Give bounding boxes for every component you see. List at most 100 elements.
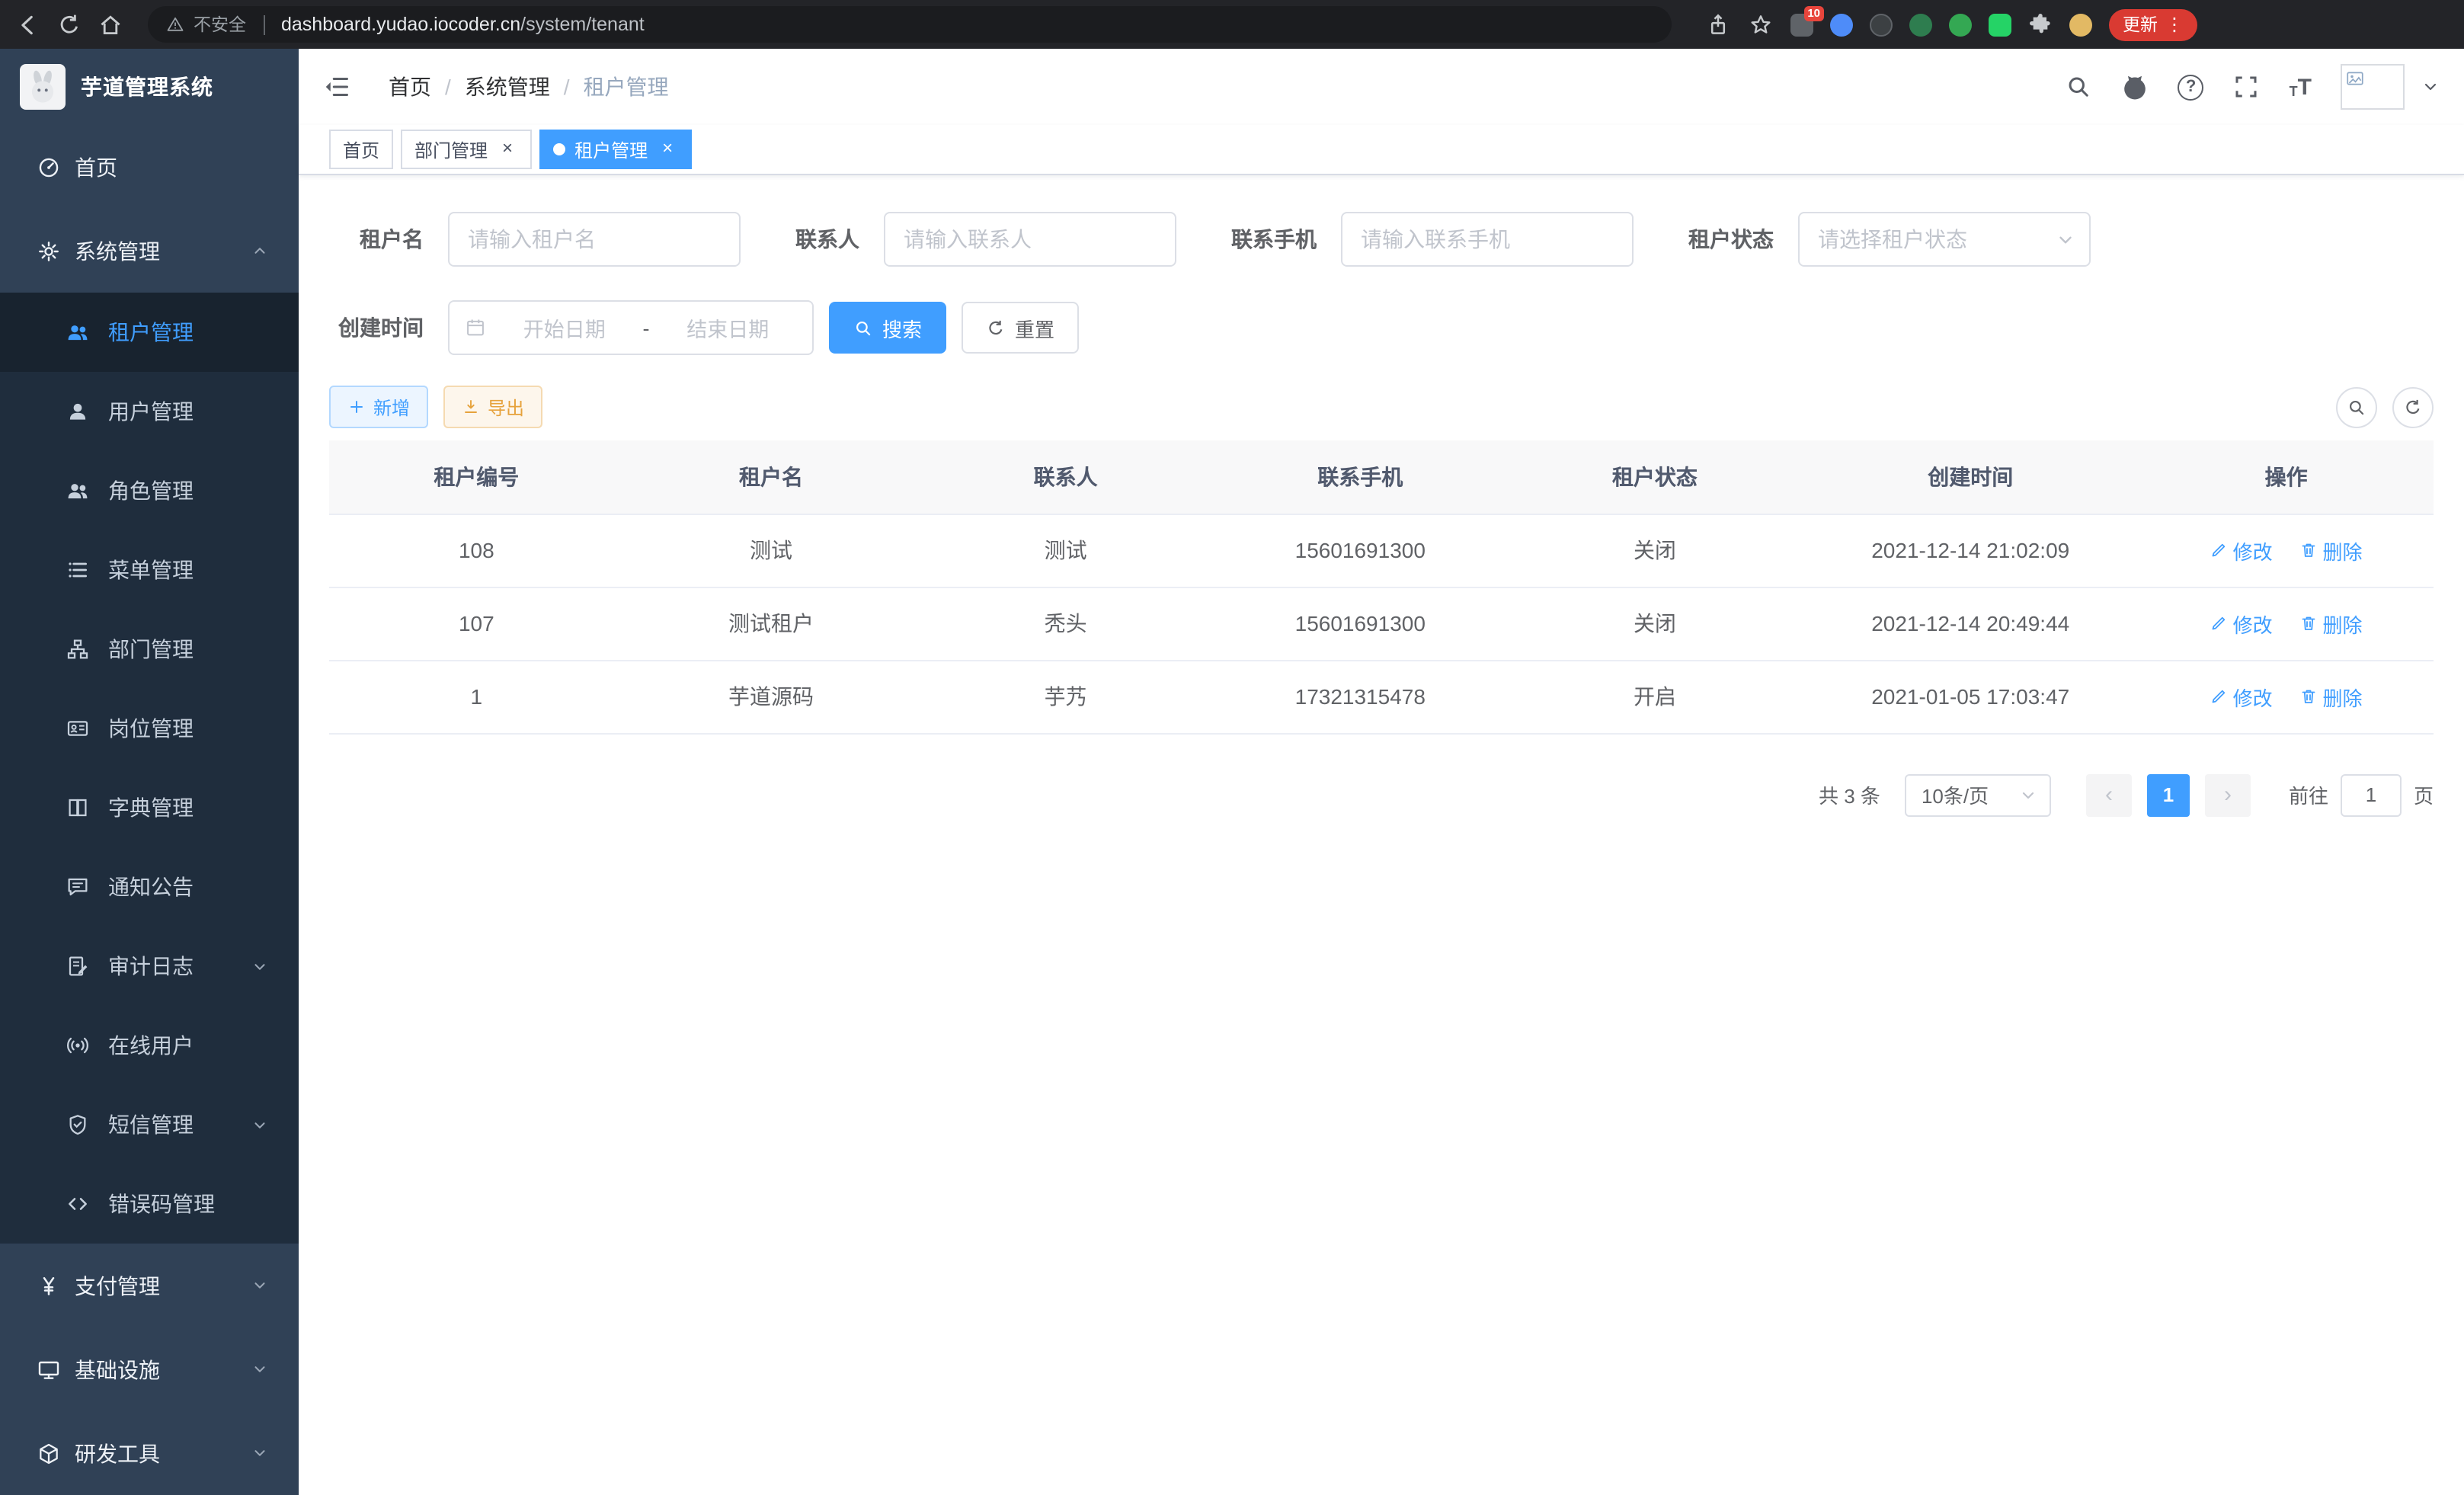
sidebar-item-system[interactable]: 系统管理 bbox=[0, 209, 299, 293]
delete-link[interactable]: 删除 bbox=[2299, 609, 2362, 638]
broken-image-icon bbox=[2345, 69, 2365, 88]
org-tree-icon bbox=[66, 637, 90, 661]
extension-icon[interactable] bbox=[1949, 13, 1972, 36]
page-number-button[interactable]: 1 bbox=[2147, 773, 2190, 816]
filter-tenant-name: 租户名 bbox=[329, 212, 741, 267]
avatar-caret-icon[interactable] bbox=[2421, 78, 2440, 96]
add-button-label: 新增 bbox=[373, 394, 410, 420]
user-avatar[interactable] bbox=[2341, 64, 2405, 110]
sidebar-item-infrastructure[interactable]: 基础设施 bbox=[0, 1327, 299, 1411]
close-icon[interactable] bbox=[497, 139, 518, 160]
chrome-update-button[interactable]: 更新 bbox=[2109, 8, 2197, 40]
kebab-menu-icon[interactable] bbox=[2165, 14, 2184, 35]
dev-tools-icon bbox=[37, 1441, 61, 1465]
address-bar[interactable]: 不安全 dashboard.yudao.iocoder.cn/system/te… bbox=[148, 6, 1672, 43]
url-domain: dashboard.yudao.iocoder.cn bbox=[281, 14, 520, 35]
sidebar-item-tenant[interactable]: 租户管理 bbox=[0, 293, 299, 372]
trash-icon bbox=[2299, 614, 2318, 632]
phone-input[interactable] bbox=[1341, 212, 1634, 267]
tab-tenant[interactable]: 租户管理 bbox=[539, 130, 692, 169]
sidebar-item-notice[interactable]: 通知公告 bbox=[0, 847, 299, 927]
extension-icon[interactable]: 10 bbox=[1790, 13, 1813, 36]
sidebar-item-home[interactable]: 首页 bbox=[0, 125, 299, 209]
extension-icon[interactable] bbox=[1989, 13, 2011, 36]
pencil-icon bbox=[2210, 541, 2229, 559]
toggle-search-button[interactable] bbox=[2336, 386, 2377, 427]
refresh-button[interactable] bbox=[2392, 386, 2434, 427]
tenant-name-label: 租户名 bbox=[329, 224, 424, 255]
github-icon[interactable] bbox=[2122, 73, 2149, 101]
sidebar-item-error-code[interactable]: 错误码管理 bbox=[0, 1164, 299, 1244]
sidebar-item-post[interactable]: 岗位管理 bbox=[0, 689, 299, 768]
delete-link[interactable]: 删除 bbox=[2299, 682, 2362, 711]
breadcrumb-system[interactable]: 系统管理 bbox=[465, 72, 550, 102]
cell-tenant-name: 测试租户 bbox=[624, 587, 919, 660]
tab-home[interactable]: 首页 bbox=[329, 130, 393, 169]
add-button[interactable]: 新增 bbox=[329, 386, 428, 428]
filter-status: 租户状态 请选择租户状态 bbox=[1688, 212, 2091, 267]
sidebar-item-user[interactable]: 用户管理 bbox=[0, 372, 299, 451]
fullscreen-icon[interactable] bbox=[2233, 73, 2261, 101]
sidebar-item-role[interactable]: 角色管理 bbox=[0, 451, 299, 530]
search-icon[interactable] bbox=[2066, 73, 2093, 101]
edit-link[interactable]: 修改 bbox=[2210, 536, 2273, 565]
edit-link[interactable]: 修改 bbox=[2210, 682, 2273, 711]
extension-icon[interactable] bbox=[1870, 13, 1893, 36]
delete-link[interactable]: 删除 bbox=[2299, 536, 2362, 565]
font-size-icon[interactable] bbox=[2290, 75, 2312, 98]
next-page-button[interactable] bbox=[2205, 773, 2251, 816]
status-select[interactable]: 请选择租户状态 bbox=[1798, 212, 2091, 267]
search-icon bbox=[853, 318, 873, 338]
reset-button[interactable]: 重置 bbox=[962, 302, 1079, 354]
cell-tenant-id: 107 bbox=[329, 587, 624, 660]
profile-avatar-icon[interactable] bbox=[2069, 13, 2092, 36]
page-size-select[interactable]: 10条/页 bbox=[1905, 773, 2051, 816]
help-question-icon[interactable]: ? bbox=[2178, 74, 2204, 100]
online-users-icon bbox=[66, 1033, 90, 1058]
sidebar-item-dev-tools[interactable]: 研发工具 bbox=[0, 1411, 299, 1495]
search-button[interactable]: 搜索 bbox=[829, 302, 946, 354]
page-content: 租户名 联系人 联系手机 租户状态 请选择租户状态 bbox=[299, 175, 2464, 1495]
menu-label: 首页 bbox=[75, 152, 117, 182]
app-logo[interactable]: 芋道管理系统 bbox=[0, 49, 299, 125]
sidebar-item-online-users[interactable]: 在线用户 bbox=[0, 1006, 299, 1085]
breadcrumb-home[interactable]: 首页 bbox=[389, 72, 431, 102]
gear-icon bbox=[37, 238, 61, 263]
extension-icon[interactable] bbox=[1830, 13, 1853, 36]
sidebar-item-payment[interactable]: 支付管理 bbox=[0, 1244, 299, 1327]
sidebar-toggle-icon[interactable] bbox=[323, 73, 350, 101]
infrastructure-icon bbox=[37, 1357, 61, 1381]
bookmark-star-icon[interactable] bbox=[1748, 11, 1774, 37]
goto-page-input[interactable] bbox=[2341, 773, 2402, 816]
export-button[interactable]: 导出 bbox=[443, 386, 542, 428]
cell-status: 关闭 bbox=[1508, 587, 1803, 660]
tenant-name-input[interactable] bbox=[448, 212, 741, 267]
sidebar-item-menu[interactable]: 菜单管理 bbox=[0, 530, 299, 610]
sidebar-item-sms[interactable]: 短信管理 bbox=[0, 1085, 299, 1164]
extension-icon[interactable] bbox=[1909, 13, 1932, 36]
close-icon[interactable] bbox=[657, 139, 678, 160]
menu-label: 在线用户 bbox=[108, 1030, 194, 1061]
edit-link[interactable]: 修改 bbox=[2210, 609, 2273, 638]
sidebar-item-dept[interactable]: 部门管理 bbox=[0, 610, 299, 689]
sidebar-item-audit-log[interactable]: 审计日志 bbox=[0, 927, 299, 1006]
filter-row-2: 创建时间 开始日期 - 结束日期 搜索 重置 bbox=[329, 300, 2434, 355]
prev-page-button[interactable] bbox=[2086, 773, 2132, 816]
cell-actions: 修改 删除 bbox=[2139, 660, 2434, 733]
date-range-picker[interactable]: 开始日期 - 结束日期 bbox=[448, 300, 814, 355]
back-icon[interactable] bbox=[15, 11, 41, 37]
extensions-puzzle-icon[interactable] bbox=[2028, 12, 2053, 37]
cell-phone: 15601691300 bbox=[1213, 514, 1508, 587]
trash-icon bbox=[2299, 687, 2318, 706]
phone-label: 联系手机 bbox=[1231, 224, 1317, 255]
tab-label: 租户管理 bbox=[574, 136, 648, 162]
page-url: dashboard.yudao.iocoder.cn/system/tenant bbox=[281, 14, 645, 35]
home-icon[interactable] bbox=[98, 11, 123, 37]
tab-label: 首页 bbox=[343, 136, 379, 162]
sidebar-item-dict[interactable]: 字典管理 bbox=[0, 768, 299, 847]
app-frame: 芋道管理系统 首页 系统管理 租户管理 用户管理 bbox=[0, 49, 2464, 1495]
share-icon[interactable] bbox=[1705, 11, 1731, 37]
reload-icon[interactable] bbox=[56, 11, 82, 37]
tab-dept[interactable]: 部门管理 bbox=[401, 130, 532, 169]
contact-input[interactable] bbox=[884, 212, 1176, 267]
